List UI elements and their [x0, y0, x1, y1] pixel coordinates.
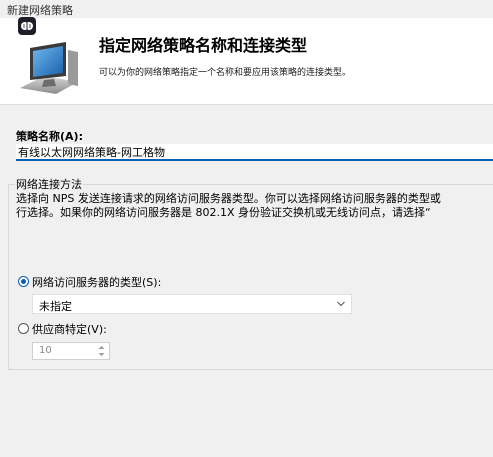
wizard-header: 指定网络策略名称和连接类型 可以为你的网络策略指定一个名称和要应用该策略的连接类… [0, 18, 493, 104]
connection-method-legend: 网络连接方法 [15, 176, 83, 192]
policy-name-label: 策略名称(A): [16, 130, 83, 143]
new-network-policy-window: 新建网络策略 指定网络策略名称和连接类型 可以为你的网络策略指定一个名称和要应用… [0, 0, 493, 457]
vendor-specific-label[interactable]: 供应商特定(V): [32, 321, 107, 337]
server-type-dropdown[interactable]: 未指定 [32, 294, 352, 314]
spin-down-icon[interactable] [95, 351, 108, 358]
chevron-down-icon [337, 301, 345, 307]
server-type-radio[interactable] [18, 276, 29, 287]
connection-method-description: 选择向 NPS 发送连接请求的网络访问服务器类型。你可以选择网络访问服务器的类型… [16, 192, 493, 220]
title-bar: 新建网络策略 [0, 0, 493, 18]
vendor-specific-radio[interactable] [18, 323, 29, 334]
brain-icon [18, 17, 36, 35]
network-computer-icon [20, 42, 78, 94]
vendor-specific-value: 10 [39, 345, 52, 356]
description-line-1: 选择向 NPS 发送连接请求的网络访问服务器类型。你可以选择网络访问服务器的类型… [16, 192, 441, 205]
window-title: 新建网络策略 [7, 4, 73, 17]
policy-name-input[interactable] [16, 144, 493, 161]
page-title: 指定网络策略名称和连接类型 [99, 36, 308, 55]
vendor-specific-spinner[interactable]: 10 [32, 342, 110, 360]
server-type-dropdown-value: 未指定 [39, 300, 72, 313]
description-line-2: 行选择。如果你的网络访问服务器是 802.1X 身份验证交换机或无线访问点，请选… [16, 206, 431, 219]
header-divider [0, 104, 493, 105]
spin-up-icon[interactable] [95, 344, 108, 351]
spinner-buttons [95, 344, 108, 358]
page-subtitle: 可以为你的网络策略指定一个名称和要应用该策略的连接类型。 [99, 68, 352, 78]
server-type-label[interactable]: 网络访问服务器的类型(S): [32, 274, 161, 290]
